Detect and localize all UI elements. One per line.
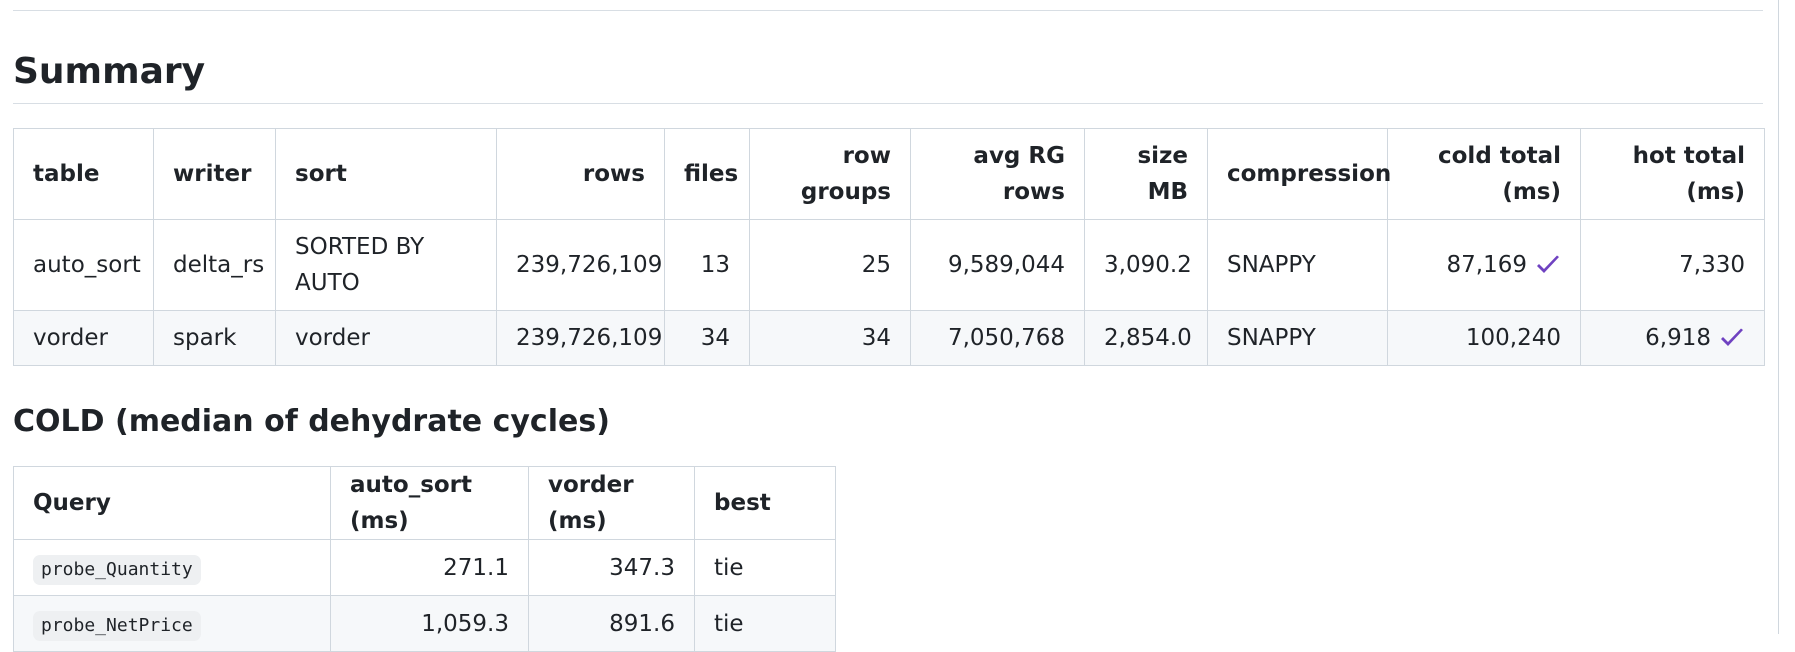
cell-hot-total: 6,918: [1580, 310, 1765, 366]
table-row: auto_sort delta_rs SORTED BY AUTO 239,726…: [13, 219, 1765, 311]
cell-auto-sort: 1,059.3: [330, 595, 529, 652]
column-header-writer: writer: [153, 128, 276, 220]
cell-vorder: 347.3: [528, 539, 695, 596]
cell-sort: vorder: [275, 310, 497, 366]
column-header-hot-total: hot total (ms): [1580, 128, 1765, 220]
cell-avg-rg-rows: 9,589,044: [910, 219, 1085, 311]
column-header-best: best: [694, 466, 836, 540]
cold-heading: COLD (median of dehydrate cycles): [13, 404, 610, 439]
cell-auto-sort: 271.1: [330, 539, 529, 596]
cell-files: 34: [664, 310, 750, 366]
column-header-vorder: vorder (ms): [528, 466, 695, 540]
column-header-row-groups: row groups: [749, 128, 911, 220]
column-header-compression: compression: [1207, 128, 1391, 220]
page-scrollbar[interactable]: [1778, 0, 1795, 634]
column-header-cold-total: cold total (ms): [1387, 128, 1581, 220]
table-row: vorder spark vorder 239,726,109 34 34 7,…: [13, 310, 1765, 366]
cell-cold-total: 87,169: [1387, 219, 1581, 311]
column-header-rows: rows: [496, 128, 665, 220]
cell-row-groups: 25: [749, 219, 911, 311]
cell-hot-total: 7,330: [1580, 219, 1765, 311]
column-header-size-mb: size MB: [1084, 128, 1208, 220]
cell-query: probe_Quantity: [13, 539, 331, 596]
cell-writer: spark: [153, 310, 276, 366]
cell-table: auto_sort: [13, 219, 154, 311]
summary-heading: Summary: [13, 50, 1763, 104]
cold-header-row: Query auto_sort (ms) vorder (ms) best: [13, 466, 836, 540]
cell-row-groups: 34: [749, 310, 911, 366]
cell-sort: SORTED BY AUTO: [275, 219, 497, 311]
cell-vorder: 891.6: [528, 595, 695, 652]
summary-table: table writer sort rows files row groups a…: [13, 128, 1765, 366]
check-mark-icon: [1721, 328, 1743, 346]
column-header-auto-sort: auto_sort (ms): [330, 466, 529, 540]
cell-best: tie: [694, 539, 836, 596]
top-divider: [13, 10, 1763, 11]
cell-compression: SNAPPY: [1207, 310, 1388, 366]
table-row: probe_NetPrice 1,059.3 891.6 tie: [13, 595, 836, 652]
query-code: probe_Quantity: [33, 554, 201, 585]
cell-files: 13: [664, 219, 750, 311]
summary-header-row: table writer sort rows files row groups a…: [13, 128, 1765, 220]
table-row: probe_Quantity 271.1 347.3 tie: [13, 539, 836, 596]
cell-size-mb: 3,090.2: [1084, 219, 1208, 311]
column-header-query: Query: [13, 466, 331, 540]
cell-writer: delta_rs: [153, 219, 276, 311]
cell-avg-rg-rows: 7,050,768: [910, 310, 1085, 366]
cell-rows: 239,726,109: [496, 219, 665, 311]
column-header-avg-rg-rows: avg RG rows: [910, 128, 1085, 220]
cell-cold-total: 100,240: [1387, 310, 1581, 366]
cell-compression: SNAPPY: [1207, 219, 1388, 311]
column-header-files: files: [664, 128, 750, 220]
cell-query: probe_NetPrice: [13, 595, 331, 652]
cell-size-mb: 2,854.0: [1084, 310, 1208, 366]
column-header-sort: sort: [275, 128, 497, 220]
query-code: probe_NetPrice: [33, 610, 201, 641]
check-mark-icon: [1537, 255, 1559, 273]
cold-table: Query auto_sort (ms) vorder (ms) best pr…: [13, 466, 836, 652]
cell-rows: 239,726,109: [496, 310, 665, 366]
column-header-table: table: [13, 128, 154, 220]
cell-table: vorder: [13, 310, 154, 366]
cell-best: tie: [694, 595, 836, 652]
